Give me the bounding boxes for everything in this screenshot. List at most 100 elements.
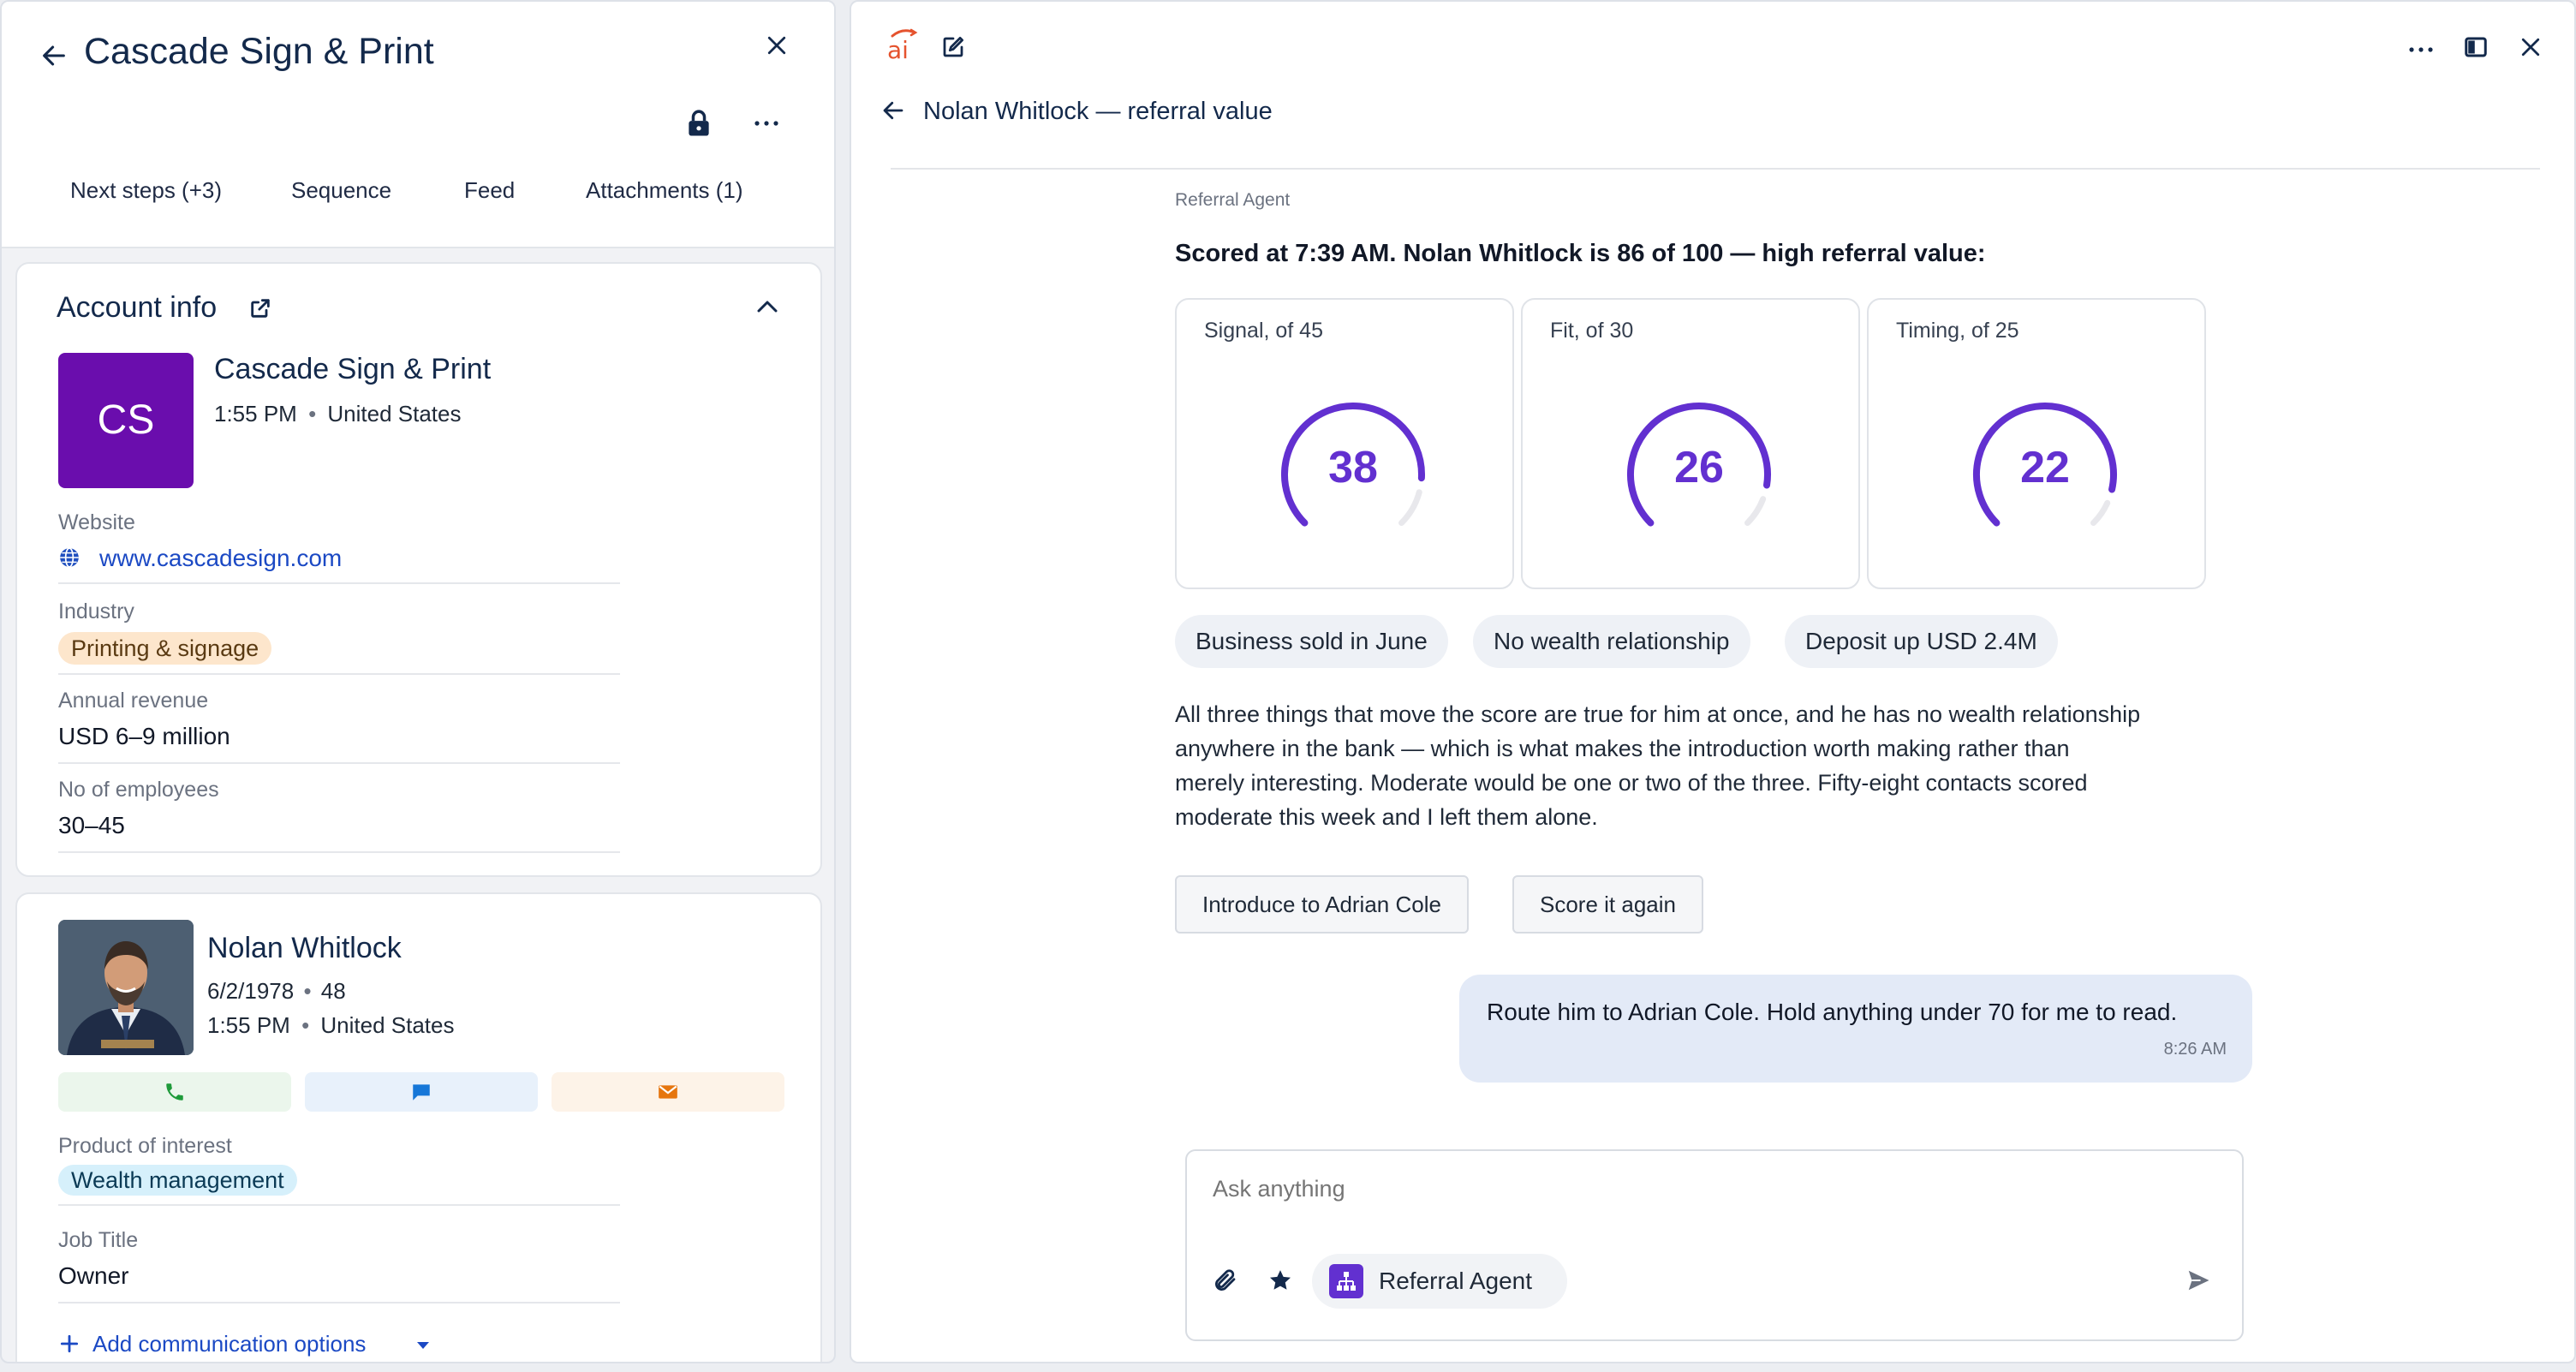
tab-attachments[interactable]: Attachments (1)	[586, 177, 743, 204]
contact-meta: 1:55 PM • United States	[207, 1012, 455, 1039]
user-message-bubble: Route him to Adrian Cole. Hold anything …	[1459, 975, 2252, 1083]
score-card-fit: Fit, of 30 26	[1521, 298, 1860, 589]
website-link[interactable]: www.cascadesign.com	[99, 545, 342, 572]
conversation-title: Nolan Whitlock — referral value	[923, 98, 1273, 125]
add-communication-label: Add communication options	[92, 1331, 367, 1357]
contact-time: 1:55 PM	[207, 1012, 290, 1038]
star-icon[interactable]	[1267, 1268, 1293, 1293]
dock-panel-icon[interactable]	[2463, 34, 2489, 60]
plus-icon	[60, 1334, 79, 1353]
score-card-signal: Signal, of 45 38	[1175, 298, 1514, 589]
agent-selector-chip[interactable]: Referral Agent	[1312, 1254, 1567, 1309]
product-chip: Wealth management	[58, 1165, 297, 1196]
contact-birth: 6/2/1978 • 48	[207, 978, 346, 1005]
user-message-text: Route him to Adrian Cole. Hold anything …	[1487, 999, 2178, 1025]
account-location: United States	[327, 401, 462, 427]
composer: Referral Agent	[1185, 1149, 2244, 1341]
divider	[58, 1204, 620, 1206]
factor-pill: Deposit up USD 2.4M	[1785, 615, 2058, 668]
job-title-label: Job Title	[58, 1228, 139, 1252]
account-avatar: CS	[58, 353, 194, 488]
ask-input[interactable]	[1213, 1170, 2215, 1208]
account-info-heading: Account info	[57, 291, 218, 324]
lock-icon[interactable]	[686, 110, 712, 137]
score-value: 22	[2020, 443, 2070, 492]
score-label: Fit, of 30	[1550, 319, 1634, 343]
contact-age: 48	[320, 978, 346, 1004]
header-divider	[891, 168, 2540, 170]
contact-location: United States	[320, 1012, 455, 1038]
contact-dob: 6/2/1978	[207, 978, 295, 1004]
introduce-button[interactable]: Introduce to Adrian Cole	[1175, 875, 1469, 934]
divider	[58, 673, 620, 675]
job-title-value: Owner	[58, 1262, 129, 1289]
score-value: 26	[1674, 443, 1724, 492]
tab-sequence[interactable]: Sequence	[291, 177, 391, 204]
message-button[interactable]	[305, 1072, 538, 1112]
send-icon[interactable]	[2185, 1268, 2211, 1293]
more-options-icon[interactable]	[754, 120, 779, 127]
email-button[interactable]	[552, 1072, 784, 1112]
product-label: Product of interest	[58, 1134, 232, 1158]
back-arrow-icon[interactable]	[880, 98, 906, 123]
explanation-line: anywhere in the bank — which is what mak…	[1175, 736, 2070, 761]
svg-text:ai: ai	[887, 36, 909, 62]
back-arrow-icon[interactable]	[39, 41, 69, 70]
explanation-line: moderate this week and I left them alone…	[1175, 804, 1598, 830]
phone-icon	[166, 1083, 183, 1101]
attach-icon[interactable]	[1213, 1268, 1238, 1293]
record-panel: Cascade Sign & Print Next steps (+3) Seq…	[0, 0, 836, 1363]
score-again-button[interactable]: Score it again	[1512, 875, 1703, 934]
separator-dot: •	[301, 1012, 310, 1038]
score-label: Signal, of 45	[1204, 319, 1323, 343]
account-initials: CS	[97, 397, 155, 443]
industry-chip: Printing & signage	[58, 632, 272, 665]
divider	[58, 1302, 620, 1303]
separator-dot: •	[303, 978, 312, 1004]
website-label: Website	[58, 510, 135, 534]
account-info-card: Account info CS Cascade Sign & Print 1:5…	[15, 262, 822, 877]
contact-name: Nolan Whitlock	[207, 932, 402, 964]
external-link-icon[interactable]	[248, 296, 272, 320]
employees-label: No of employees	[58, 778, 219, 802]
close-icon[interactable]	[2518, 34, 2543, 60]
contact-card: Nolan Whitlock 6/2/1978 • 48 1:55 PM • U…	[15, 892, 822, 1362]
agent-org-icon	[1329, 1264, 1363, 1298]
collapse-chevron-icon[interactable]	[755, 298, 779, 315]
score-card-timing: Timing, of 25 22	[1867, 298, 2206, 589]
factor-pill: Business sold in June	[1175, 615, 1448, 668]
divider	[58, 582, 620, 584]
caret-down-icon	[417, 1342, 429, 1349]
revenue-value: USD 6–9 million	[58, 723, 230, 749]
agent-label: Referral Agent	[1175, 190, 1291, 210]
user-message-time: 8:26 AM	[2163, 1040, 2227, 1059]
employees-value: 30–45	[58, 812, 125, 838]
globe-icon	[58, 546, 80, 569]
more-options-icon[interactable]	[2408, 46, 2434, 53]
revenue-label: Annual revenue	[58, 689, 209, 713]
ai-logo-icon: ai	[886, 27, 918, 62]
factor-pill: No wealth relationship	[1473, 615, 1750, 668]
divider	[58, 851, 620, 853]
tab-feed[interactable]: Feed	[464, 177, 515, 204]
separator-dot: •	[308, 401, 317, 427]
new-chat-edit-icon[interactable]	[940, 34, 966, 60]
call-button[interactable]	[58, 1072, 291, 1112]
agent-chip-label: Referral Agent	[1379, 1268, 1532, 1294]
agent-explanation: All three things that move the score are…	[1175, 697, 2140, 834]
mail-icon	[659, 1085, 677, 1099]
score-headline: Scored at 7:39 AM. Nolan Whitlock is 86 …	[1175, 240, 1986, 267]
explanation-line: merely interesting. Moderate would be on…	[1175, 770, 2088, 796]
tab-next-steps[interactable]: Next steps (+3)	[70, 177, 222, 204]
score-label: Timing, of 25	[1896, 319, 2019, 343]
industry-label: Industry	[58, 600, 134, 623]
contact-photo	[58, 920, 194, 1055]
explanation-line: All three things that move the score are…	[1175, 701, 2141, 727]
account-time: 1:55 PM	[214, 401, 297, 427]
score-value: 38	[1328, 443, 1378, 492]
account-name: Cascade Sign & Print	[214, 353, 492, 385]
record-title: Cascade Sign & Print	[84, 31, 434, 72]
close-icon[interactable]	[764, 33, 790, 58]
chat-icon	[413, 1084, 430, 1101]
assistant-panel: ai Nolan Whitlock — referral value Refer…	[850, 0, 2576, 1363]
